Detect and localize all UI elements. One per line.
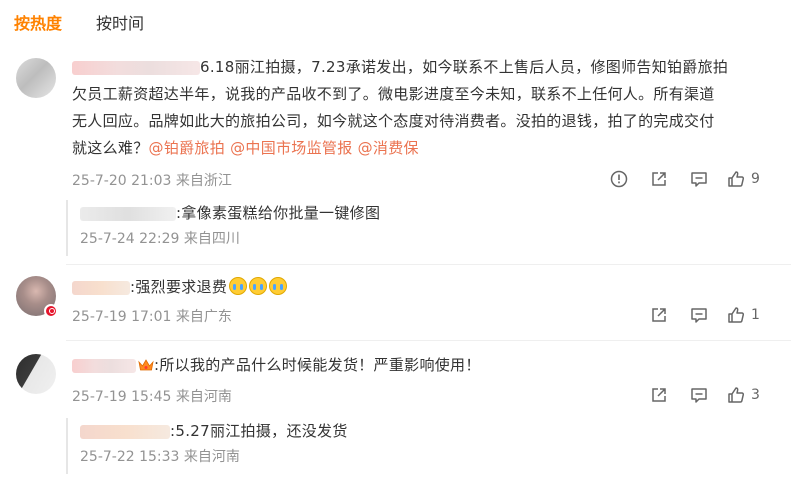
- reply-text: :5.27丽江拍摄，还没发货: [80, 418, 348, 444]
- like-button[interactable]: 9: [719, 168, 767, 190]
- mention-link[interactable]: @铂爵旅拍: [149, 139, 226, 157]
- username-blurred[interactable]: [72, 280, 130, 295]
- like-icon: [728, 387, 745, 403]
- comment-text-content: :强烈要求退费: [130, 278, 228, 296]
- report-button[interactable]: [599, 168, 639, 190]
- comment-button[interactable]: [679, 168, 719, 190]
- like-count: 9: [751, 171, 760, 187]
- comment-meta: 25-7-19 15:45 来自河南: [72, 389, 232, 405]
- share-button[interactable]: [639, 168, 679, 190]
- like-button[interactable]: 1: [719, 304, 767, 326]
- comment-icon: [691, 172, 707, 187]
- comment-text: 6.18丽江拍摄，7.23承诺发出，如今联系不上售后人员，修图师告知铂爵旅拍 欠…: [72, 54, 772, 162]
- comment-text-line: 就这么难？: [72, 139, 149, 157]
- like-count: 3: [751, 387, 760, 403]
- comment-text-line: 6.18丽江拍摄，7.23承诺发出，如今联系不上售后人员，修图师告知铂爵旅拍: [200, 58, 729, 76]
- sort-tabs: 按热度 按时间: [14, 10, 144, 38]
- username-blurred[interactable]: [72, 358, 136, 373]
- comment-text: :所以我的产品什么时候能发货！严重影响使用！: [72, 352, 772, 379]
- comment-actions: 1: [639, 304, 767, 326]
- reply-text: :拿像素蛋糕给你批量一键修图: [80, 200, 380, 226]
- verified-badge-icon: [44, 304, 58, 318]
- avatar[interactable]: [16, 58, 56, 98]
- username-blurred[interactable]: [72, 60, 200, 75]
- comment-icon: [691, 308, 707, 323]
- comment-actions: 3: [639, 384, 767, 406]
- share-icon: [652, 172, 666, 186]
- share-icon: [652, 388, 666, 402]
- reply-meta: 25-7-24 22:29 来自四川: [80, 231, 240, 247]
- share-button[interactable]: [639, 304, 679, 326]
- reply-item: :拿像素蛋糕给你批量一键修图 25-7-24 22:29 来自四川: [66, 200, 380, 256]
- comment-text-content: :所以我的产品什么时候能发货！严重影响使用！: [154, 356, 481, 374]
- comment-actions: 9: [599, 168, 767, 190]
- like-count: 1: [751, 307, 760, 323]
- crying-emoji-icon: [249, 277, 268, 295]
- reply-text-content: :拿像素蛋糕给你批量一键修图: [176, 204, 381, 222]
- comment-text: :强烈要求退费: [72, 274, 772, 301]
- mention-link[interactable]: @消费保: [358, 139, 419, 157]
- comment-button[interactable]: [679, 384, 719, 406]
- comment-meta: 25-7-19 17:01 来自广东: [72, 309, 232, 325]
- crying-emoji-icon: [229, 277, 248, 295]
- reply-item: :5.27丽江拍摄，还没发货 25-7-22 15:33 来自河南: [66, 418, 348, 474]
- share-icon: [652, 308, 666, 322]
- share-button[interactable]: [639, 384, 679, 406]
- comment-icon: [691, 388, 707, 403]
- like-button[interactable]: 3: [719, 384, 767, 406]
- like-icon: [728, 171, 745, 187]
- like-icon: [728, 307, 745, 323]
- divider: [66, 340, 791, 341]
- comment-button[interactable]: [679, 304, 719, 326]
- tab-by-hot[interactable]: 按热度: [14, 10, 62, 38]
- reply-meta: 25-7-22 15:33 来自河南: [80, 449, 240, 465]
- reply-text-content: :5.27丽江拍摄，还没发货: [170, 422, 348, 440]
- comment-text-line: 无人回应。品牌如此大的旅拍公司，如今就这个态度对待消费者。没拍的退钱，拍了的完成…: [72, 112, 715, 130]
- username-blurred[interactable]: [80, 206, 176, 221]
- tab-by-time[interactable]: 按时间: [96, 10, 144, 38]
- mention-link[interactable]: @中国市场监管报: [230, 139, 352, 157]
- crying-emoji-icon: [269, 277, 288, 295]
- comment-text-line: 欠员工薪资超达半年，说我的产品收不到了。微电影进度至今未知，联系不上任何人。所有…: [72, 85, 715, 103]
- username-blurred[interactable]: [80, 424, 170, 439]
- crown-icon: [138, 359, 154, 371]
- avatar[interactable]: [16, 354, 56, 394]
- report-icon: [610, 170, 628, 188]
- divider: [66, 264, 791, 265]
- comment-meta: 25-7-20 21:03 来自浙江: [72, 173, 232, 189]
